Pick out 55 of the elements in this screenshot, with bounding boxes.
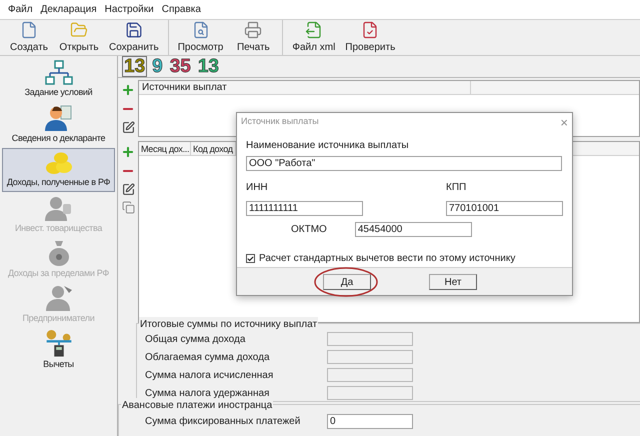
check-file-icon (361, 20, 380, 38)
save-icon (124, 20, 143, 38)
checkbox[interactable] (246, 254, 255, 263)
toolbar-button[interactable]: Просмотр (172, 20, 228, 55)
sidebar-item[interactable]: Сведения о декларанте (2, 103, 115, 147)
person-icon (44, 104, 74, 132)
toolbar-button[interactable]: Печать (228, 20, 278, 55)
field-label: Облагаемая сумма дохода (145, 350, 271, 365)
add-icon[interactable] (121, 83, 135, 97)
field-label: Сумма налога удержанная (145, 386, 270, 401)
sidebar-item[interactable]: Доходы, полученные в РФ (2, 148, 115, 192)
scales-icon (44, 329, 74, 358)
preview-icon (192, 20, 210, 38)
edit-icon[interactable] (122, 121, 134, 134)
toolbar-button[interactable]: Открыть (54, 20, 104, 55)
menu-item[interactable]: Файл (8, 2, 33, 17)
kpp-field[interactable]: 770101001 (446, 201, 563, 216)
add-icon[interactable] (121, 145, 135, 160)
toolbar-button[interactable]: Проверить (340, 20, 400, 55)
field-label: Общая сумма дохода (145, 332, 246, 347)
name-field[interactable]: ООО "Работа" (246, 156, 562, 171)
toolbar-button[interactable]: Сохранить (104, 20, 164, 55)
field-label: ИНН (246, 181, 268, 195)
toolbar-button[interactable]: Создать (4, 20, 54, 55)
field-label: Сумма фиксированных платежей (145, 414, 302, 429)
field-label: Сумма налога исчисленная (145, 368, 274, 383)
coins-icon (44, 150, 74, 176)
printer-icon (244, 20, 262, 38)
field-label: ОКТМО (291, 223, 327, 237)
new-file-icon (20, 20, 38, 38)
menu-item[interactable]: Настройки (104, 2, 154, 17)
dialog-button[interactable]: Да (323, 274, 371, 290)
person-icon (44, 194, 74, 222)
folder-icon (70, 20, 88, 38)
menu-item[interactable]: Справка (162, 2, 201, 17)
group-title: Итоговые суммы по источнику выплат (139, 317, 318, 332)
sidebar-item[interactable]: Задание условий (2, 58, 115, 102)
column-header[interactable]: Месяц дох... (139, 142, 191, 156)
amount-field[interactable]: 0 (327, 414, 413, 429)
flowchart-icon (44, 60, 74, 86)
group-title: Авансовые платежи иностранца (121, 398, 274, 414)
field-label: Наименование источника выплаты (246, 139, 410, 153)
year-tab[interactable]: 35 (168, 56, 193, 77)
copy-icon[interactable] (122, 201, 134, 214)
dialog-button[interactable]: Нет (429, 274, 477, 290)
dialog-title: Источник выплаты (241, 115, 319, 128)
edit-icon[interactable] (122, 183, 134, 196)
checkbox-label: Расчет стандартных вычетов вести по этому источнику (259, 252, 516, 266)
field-label: КПП (446, 181, 468, 195)
export-file-icon (304, 20, 323, 38)
sidebar-item[interactable]: Вычеты (2, 328, 115, 372)
oktmo-field[interactable]: 45454000 (354, 222, 472, 237)
inn-field[interactable]: 1111111111 (246, 201, 363, 216)
toolbar-button[interactable]: Файл xml (287, 20, 340, 55)
menu-item[interactable]: Декларация (40, 2, 97, 17)
